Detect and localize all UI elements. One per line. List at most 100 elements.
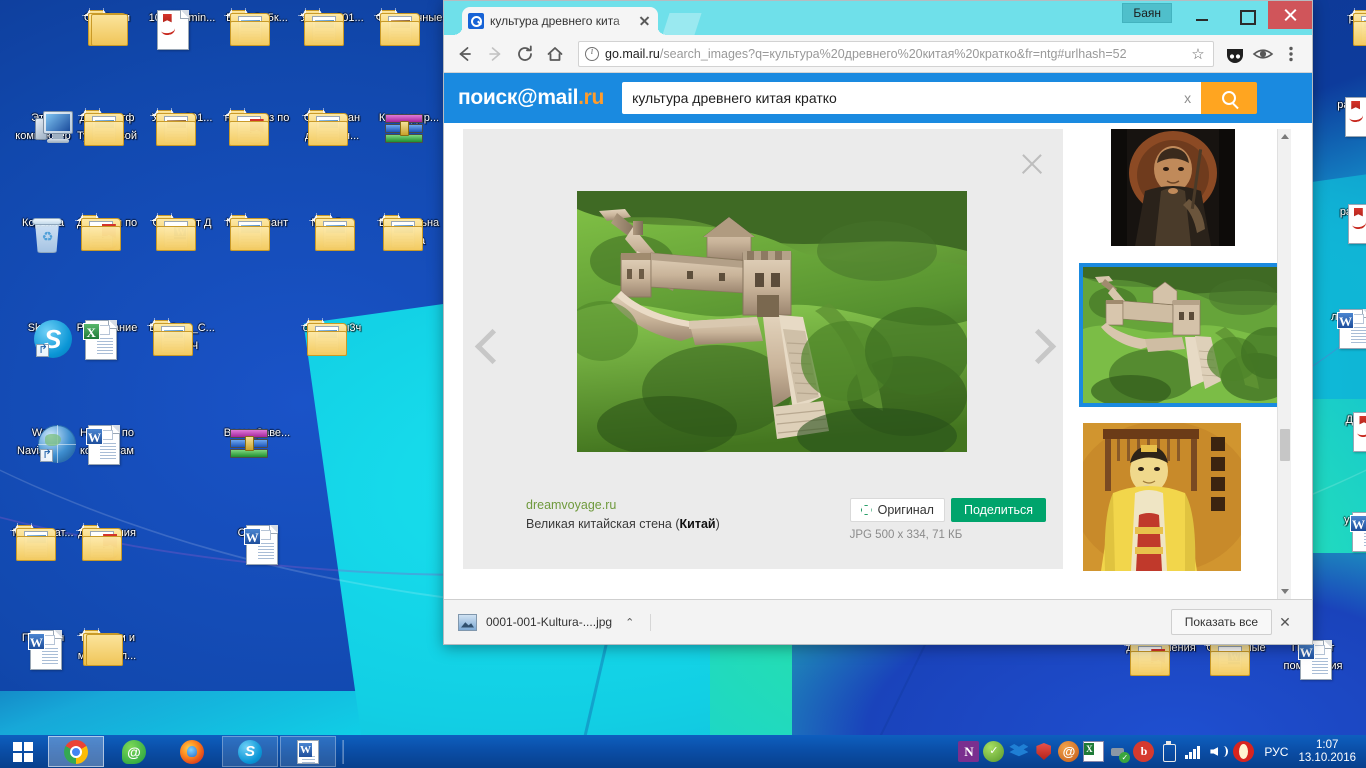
thumbnail-item[interactable] — [1111, 129, 1235, 246]
desktop-icon[interactable]: WСтандарт Д — [145, 211, 219, 251]
show-all-downloads-button[interactable]: Показать все — [1170, 609, 1272, 635]
taskbar-item-chrome[interactable] — [48, 736, 104, 767]
bookmark-star-icon[interactable]: ☆ — [1189, 45, 1207, 63]
desktop-icon[interactable]: 100_razmin... — [145, 8, 219, 50]
desktop-icon[interactable]: Для портф Тулебаевой — [70, 106, 144, 146]
site-info-icon[interactable] — [585, 46, 599, 61]
desktop-icon[interactable]: разец сс — [1322, 95, 1366, 137]
excel-icon[interactable] — [1083, 741, 1105, 762]
desktop-icon[interactable]: Всем_Заве... — [220, 423, 294, 458]
thumbnail-item[interactable] — [1079, 263, 1301, 407]
language-indicator[interactable]: РУС — [1256, 745, 1298, 759]
address-bar[interactable]: go.mail.ru/search_images?q=культура%20др… — [578, 40, 1214, 67]
maximize-button[interactable] — [1224, 1, 1268, 29]
desktop-icon[interactable]: от Лауры3ч — [295, 316, 369, 356]
mailru-logo[interactable]: поиск@mail.ru — [458, 86, 604, 110]
desktop-icon[interactable]: От Юлии — [70, 6, 144, 46]
tab-close-icon[interactable] — [636, 13, 652, 29]
desktop-icon[interactable]: Уроки_201... — [295, 6, 369, 46]
desktop-icon[interactable]: Магистрат... — [6, 521, 80, 561]
next-image-arrow[interactable] — [1019, 325, 1053, 373]
desktop-icon[interactable]: Виртуальна школа — [372, 211, 446, 251]
desktop-icon[interactable]: WПолигон — [6, 628, 80, 670]
desktop-icon[interactable]: №2 вариант ВИ — [220, 211, 294, 251]
desktop-icon[interactable]: Web Navigation — [6, 423, 80, 463]
desktop-icon[interactable]: ДТ-... — [1322, 410, 1366, 452]
beats-audio-icon[interactable]: b — [1133, 741, 1155, 762]
desktop-icon[interactable]: разец в — [1322, 202, 1366, 244]
thumbnail-item[interactable] — [1073, 421, 1253, 573]
mailru-agent-tray-icon[interactable]: @ — [1058, 741, 1080, 762]
reload-icon[interactable] — [512, 41, 538, 67]
source-site-link[interactable]: dreamvoyage.ru — [526, 498, 720, 512]
close-downloads-bar-icon[interactable]: ✕ — [1272, 614, 1298, 631]
folder-with-pdf-icon — [72, 211, 121, 252]
dropbox-icon[interactable] — [1008, 741, 1029, 762]
search-submit-button[interactable] — [1201, 82, 1258, 114]
desktop-icon[interactable]: р ур — [1322, 6, 1366, 46]
security-shield-icon[interactable] — [1033, 741, 1054, 762]
usb-safely-remove-icon[interactable] — [1108, 741, 1131, 763]
network-signal-icon[interactable] — [1183, 741, 1204, 762]
language-badge[interactable]: Баян — [1122, 3, 1172, 23]
desktop-icon[interactable]: №2_5кл — [295, 211, 369, 251]
results-scrollbar[interactable] — [1277, 129, 1291, 599]
desktop-icon[interactable]: SSkype — [6, 318, 80, 358]
desktop-icon[interactable]: Для изуч по МР — [70, 211, 144, 252]
desktop-icon[interactable]: ♻Корзина — [6, 213, 80, 253]
three-dot-menu-icon[interactable] — [1278, 41, 1304, 67]
taskbar-item-word[interactable] — [280, 736, 336, 767]
new-tab-button[interactable] — [662, 13, 702, 35]
opera-icon[interactable] — [1233, 741, 1255, 762]
pdf-file-icon — [1345, 97, 1366, 137]
home-icon[interactable] — [542, 41, 568, 67]
scrollbar-thumb[interactable] — [1280, 429, 1290, 461]
download-menu-caret-icon[interactable]: ⌃ — [621, 616, 634, 629]
taskbar-item-skype[interactable]: S — [222, 736, 278, 767]
search-input[interactable]: культура древнего китая кратко x — [622, 82, 1202, 114]
taskbar-item-mailru-agent[interactable]: @ — [106, 736, 162, 767]
battery-icon[interactable] — [1158, 741, 1179, 762]
close-viewer-icon[interactable] — [1019, 151, 1045, 177]
scroll-up-arrow-icon[interactable] — [1278, 129, 1292, 143]
desktop-icon[interactable]: Wльная а (1) — [1322, 307, 1366, 349]
desktop-icon[interactable]: ВС-ФО_5к... — [220, 6, 294, 46]
minimize-button[interactable] — [1180, 1, 1224, 29]
close-window-button[interactable] — [1268, 1, 1312, 29]
desktop-icon[interactable]: Тренинги и материал... — [70, 626, 144, 666]
chrome-browser-window[interactable]: культура древнего кита Баян go.mail.ru/s… — [443, 0, 1313, 645]
folder-with-photo-icon — [371, 6, 420, 46]
desktop-icon[interactable]: Фото личные — [371, 6, 446, 46]
browser-tab[interactable]: культура древнего кита — [453, 7, 667, 35]
clock[interactable]: 1:07 13.10.2016 — [1298, 739, 1360, 765]
desktop-icon[interactable]: Этот компьютер — [6, 108, 80, 144]
pocket-extension-icon[interactable] — [1222, 41, 1248, 67]
forward-icon[interactable] — [482, 41, 508, 67]
desktop-icon[interactable]: Wу ар... — [1322, 510, 1366, 552]
desktop-icon[interactable]: Командир... — [372, 108, 446, 143]
start-button[interactable] — [0, 735, 46, 768]
logo-at: @ — [517, 86, 538, 109]
desktop-icon[interactable]: на приказ по АР — [220, 106, 294, 147]
desktop-icon[interactable]: WСОЧ-3ч — [220, 523, 294, 565]
clear-search-icon[interactable]: x — [1176, 90, 1191, 106]
main-image[interactable] — [577, 191, 967, 452]
desktop-icon[interactable]: От Раушан для трен... — [295, 106, 369, 146]
download-item[interactable]: 0001-001-Kultura-....jpg ⌃ — [458, 613, 652, 631]
onenote-icon[interactable]: N — [958, 741, 980, 762]
desktop-icon[interactable]: XРасписание (1) — [70, 318, 144, 360]
desktop-icon[interactable]: Уроки-201... — [145, 106, 219, 146]
original-button[interactable]: Оригинал — [849, 498, 945, 522]
share-button[interactable]: Поделиться — [950, 498, 1046, 522]
desktop-icon[interactable]: WНавыки по концептам — [70, 423, 144, 465]
back-icon[interactable] — [452, 41, 478, 67]
desktop-icon[interactable]: ВИ_3,4ч_С... и СОЧ — [145, 316, 219, 356]
eye-icon[interactable] — [1250, 41, 1276, 67]
green-check-icon[interactable] — [983, 741, 1005, 762]
previous-image-arrow[interactable] — [473, 325, 507, 373]
scroll-down-arrow-icon[interactable] — [1278, 585, 1292, 599]
taskbar-item-firefox[interactable] — [164, 736, 220, 767]
volume-icon[interactable] — [1208, 741, 1229, 762]
browser-title-bar[interactable]: культура древнего кита Баян — [444, 1, 1312, 35]
desktop-icon[interactable]: Для чтения — [70, 521, 144, 562]
